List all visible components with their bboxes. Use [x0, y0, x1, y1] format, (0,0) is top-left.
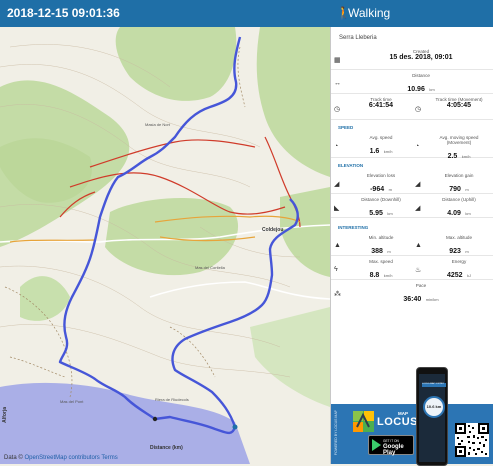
row-distance: ↔ Distance 10.96 km: [331, 69, 493, 94]
ruler-icon: ↔: [334, 80, 341, 87]
dist-down-value: 5.95: [369, 210, 383, 217]
max-alt-unit: m: [465, 249, 469, 254]
avg-moving-speed-value: 2.5: [447, 153, 458, 160]
fire-icon: ♨: [415, 267, 422, 274]
place-label-small1: Mas del Cortiella: [195, 265, 225, 270]
dist-up-value: 4.09: [447, 210, 461, 217]
stats-panel: Serra Lleberia ▦ Created 15 des. 2018, 0…: [331, 27, 493, 464]
row-pace: ⁂ Pace 36:40 min/km: [331, 279, 493, 303]
ad-locus-word: LOCUS: [377, 416, 418, 428]
min-alt-unit: m: [387, 249, 391, 254]
ad-side-text: POWERED BY LOCUS MAP: [334, 410, 338, 456]
min-altitude-icon: ▲: [334, 242, 341, 249]
min-alt-value: 388: [371, 248, 383, 255]
row-speed-energy: ϟ Max. speed 8.8 km/h ♨ Energy 4252 kJ: [331, 255, 493, 280]
pace-unit: min/km: [425, 297, 439, 302]
energy-value: 4252: [446, 272, 463, 279]
place-label-small3: Riera de Riudecols: [155, 397, 189, 402]
created-value: 15 des. 2018, 09:01: [389, 54, 453, 61]
max-alt-value: 923: [449, 248, 461, 255]
elevation-loss-icon: ◢: [334, 181, 340, 188]
place-label-alforja: Alforja: [2, 407, 8, 423]
place-label-small2: Mas del Pont: [60, 399, 84, 404]
phone-gauge: 10.6 km: [423, 396, 445, 418]
google-play-button[interactable]: GET IT ON Google Play: [368, 435, 414, 456]
max-speed-value: 8.8: [369, 272, 380, 279]
place-label-masia: Masia de Nort: [145, 122, 170, 127]
dist-up-unit: km: [465, 211, 471, 216]
section-interesting: INTERESTING: [338, 225, 369, 230]
row-elevation: ◢ Elevation loss -964 m ◢ Elevation gain…: [331, 169, 493, 194]
phone-screen: LOCUS MAP 3 INTRO 10.6 km: [419, 374, 446, 462]
avg-moving-speed-unit: km/h: [461, 154, 471, 159]
section-elevation: ELEVATION: [338, 163, 364, 168]
clock-icon: ◷: [334, 106, 341, 113]
footprints-icon: ⁂: [334, 291, 341, 298]
gp-big-text: Google Play: [383, 444, 404, 456]
qr-code-icon: [455, 423, 489, 457]
map-view[interactable]: Coldejou Distance (km) Alforja Masia de …: [0, 27, 330, 464]
track-name: Serra Lleberia: [339, 35, 377, 41]
calendar-icon: ▦: [334, 57, 341, 64]
max-speed-unit: km/h: [383, 273, 393, 278]
elev-loss-unit: m: [388, 187, 392, 192]
max-altitude-icon: ▲: [415, 242, 422, 249]
uphill-icon: ◢: [415, 205, 421, 212]
elevation-gain-icon: ◢: [415, 181, 421, 188]
window-title: 2018-12-15 09:01:36: [7, 6, 120, 20]
moving-clock-icon: ◷: [415, 106, 422, 113]
downhill-icon: ◣: [334, 205, 340, 212]
attribution-link[interactable]: OpenStreetMap contributors: [24, 455, 99, 461]
dist-down-unit: km: [387, 211, 393, 216]
energy-unit: kJ: [467, 273, 472, 278]
speed-icon: ◔: [334, 143, 339, 150]
google-play-icon: [372, 439, 381, 451]
gp-small-text: GET IT ON: [383, 439, 399, 443]
row-slope-distance: ◣ Distance (Downhill) 5.95 km ◢ Distance…: [331, 193, 493, 218]
distance-value: 10.96: [407, 86, 425, 93]
row-speed: ◔ Avg. speed 1.6 km/h ◔ Avg. moving spee…: [331, 131, 493, 160]
top-bar: 2018-12-15 09:01:36 🚶 Walking: [0, 0, 493, 27]
pace-value: 36:40: [403, 296, 422, 303]
phone-gauge-text: 10.6 km: [426, 404, 442, 409]
track-time-moving-value: 4:05:45: [446, 102, 472, 109]
lightning-icon: ϟ: [334, 266, 338, 273]
place-label-coldejou: Coldejou: [262, 227, 284, 233]
phone-title: LOCUS MAP 3 INTRO: [422, 383, 445, 385]
phone-mockup: LOCUS MAP 3 INTRO 10.6 km: [416, 367, 448, 466]
moving-speed-icon: ◔: [415, 143, 420, 150]
distance-unit: km: [429, 87, 435, 92]
row-created: ▦ Created 15 des. 2018, 09:01: [331, 45, 493, 70]
elev-gain-value: 790: [449, 186, 461, 193]
activity-label[interactable]: Walking: [348, 6, 390, 20]
avg-speed-value: 1.6: [369, 148, 380, 155]
row-altitude: ▲ Min. altitude 388 m ▲ Max. altitude 92…: [331, 231, 493, 256]
elev-gain-unit: m: [465, 187, 469, 192]
attribution-terms-link[interactable]: Terms: [101, 455, 117, 461]
elev-loss-value: -964: [370, 186, 385, 193]
track-time-value: 6:41:54: [368, 102, 394, 109]
place-label-distance: Distance (km): [150, 445, 183, 451]
locus-logo-icon: [353, 411, 374, 432]
section-speed: SPEED: [338, 125, 354, 130]
row-track-time: ◷ Track time 6:41:54 ◷ Track time (Movem…: [331, 93, 493, 120]
avg-moving-speed-label: Avg. moving speed (Movement): [439, 135, 479, 145]
avg-speed-unit: km/h: [383, 149, 393, 154]
map-attribution: Data © OpenStreetMap contributors Terms: [4, 455, 118, 461]
attribution-prefix: Data ©: [4, 455, 23, 461]
